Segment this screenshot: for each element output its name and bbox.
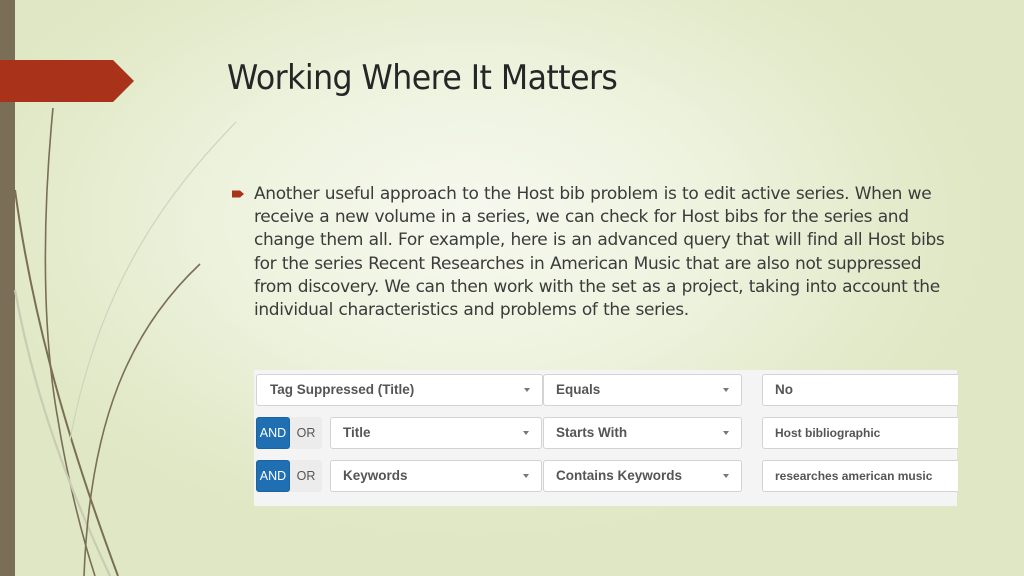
value-input[interactable]: Host bibliographic: [762, 417, 958, 449]
field-select-value: Keywords: [343, 468, 408, 483]
value-text: researches american music: [775, 469, 933, 483]
chevron-down-icon: [524, 388, 530, 392]
grass-line: [69, 121, 237, 441]
field-select[interactable]: Tag Suppressed (Title): [256, 374, 543, 406]
field-select-value: Title: [343, 425, 371, 440]
advanced-query-builder: Tag Suppressed (Title) Equals No AND OR …: [254, 370, 958, 506]
or-button[interactable]: OR: [290, 460, 322, 492]
value-input[interactable]: researches american music: [762, 460, 958, 492]
value-select[interactable]: No: [762, 374, 958, 406]
and-button[interactable]: AND: [256, 417, 290, 449]
chevron-down-icon: [523, 431, 529, 435]
and-button[interactable]: AND: [256, 460, 290, 492]
chevron-down-icon: [723, 388, 729, 392]
grass-line: [14, 189, 119, 576]
condition-select[interactable]: Contains Keywords: [543, 460, 742, 492]
condition-select-value: Contains Keywords: [556, 468, 683, 483]
bullet-item: Another useful approach to the Host bib …: [232, 183, 952, 322]
chevron-down-icon: [523, 474, 529, 478]
title-flag-shape: [0, 60, 134, 102]
value-text: Host bibliographic: [775, 426, 881, 440]
condition-select[interactable]: Starts With: [543, 417, 742, 449]
slide-title: Working Where It Matters: [227, 58, 618, 98]
bullet-text: Another useful approach to the Host bib …: [254, 184, 945, 321]
condition-select-value: Starts With: [556, 425, 628, 440]
condition-select[interactable]: Equals: [543, 374, 742, 406]
field-select[interactable]: Keywords: [330, 460, 542, 492]
and-or-toggle: AND OR: [256, 460, 322, 492]
and-or-toggle: AND OR: [256, 417, 322, 449]
or-button[interactable]: OR: [290, 417, 322, 449]
chevron-down-icon: [723, 431, 729, 435]
value-text: No: [775, 382, 793, 397]
condition-select-value: Equals: [556, 382, 601, 397]
field-select[interactable]: Title: [330, 417, 542, 449]
chevron-down-icon: [723, 474, 729, 478]
grass-line: [44, 107, 96, 576]
arrow-bullet-icon: [232, 190, 244, 198]
grass-line: [13, 289, 111, 576]
field-select-value: Tag Suppressed (Title): [270, 382, 415, 397]
